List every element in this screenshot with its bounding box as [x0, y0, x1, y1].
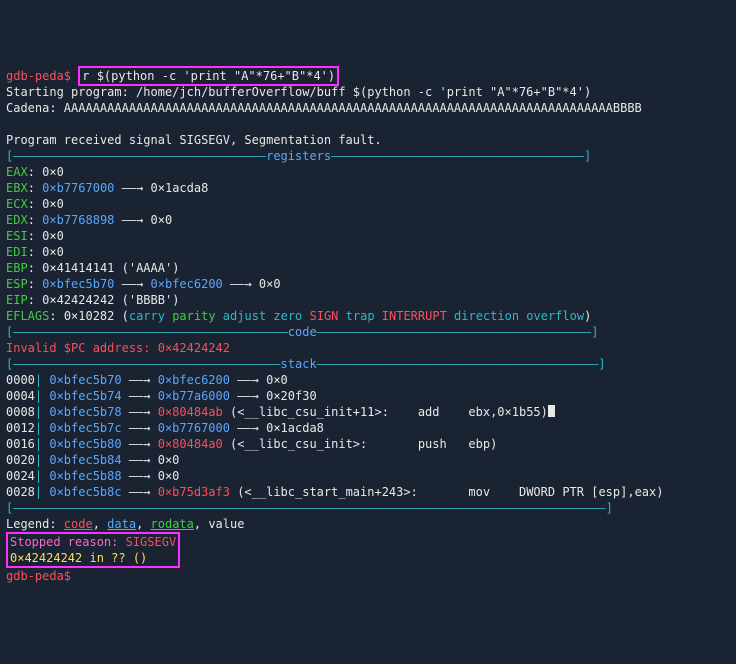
rule-left: [—————————————————————————————————————: [6, 357, 281, 371]
stack-off: 0024: [6, 469, 35, 483]
legend-rodata: rodata: [151, 517, 194, 531]
stack-off: 0028: [6, 485, 35, 499]
reg-eflags-name: EFLAGS: [6, 309, 49, 323]
gdb-prompt-2: gdb-peda$: [6, 569, 78, 583]
stopped-pre: Stopped reason:: [10, 535, 126, 549]
terminal[interactable]: gdb-peda$ r $(python -c 'print "A"*76+"B…: [6, 68, 730, 584]
cmd-highlight: r $(python -c 'print "A"*76+"B"*4'): [78, 66, 339, 86]
reg-esi-name: ESI: [6, 229, 28, 243]
reg-esp-tgt: 0×0: [259, 277, 281, 291]
reg-eip-note: ('BBBB'): [114, 293, 179, 307]
stack-addr: 0×bfec5b70: [49, 373, 121, 387]
reg-eip-val: 0×42424242: [42, 293, 114, 307]
reg-edx-val: 0×b7768898: [42, 213, 114, 227]
reg-esi-val: 0×0: [42, 229, 64, 243]
signal-line: Program received signal SIGSEGV, Segment…: [6, 133, 382, 147]
rule-right: ———————————————————————————————————————]: [317, 357, 606, 371]
rule-left: [——————————————————————————————————————: [6, 325, 288, 339]
reg-ecx-name: ECX: [6, 197, 28, 211]
stack-off: 0012: [6, 421, 35, 435]
reg-ebx-name: EBX: [6, 181, 28, 195]
rule-end: [———————————————————————————————————————…: [6, 501, 613, 515]
stack-addr: 0×bfec5b74: [49, 389, 121, 403]
reg-ebx-tgt: 0×1acda8: [151, 181, 209, 195]
invalid-pc: Invalid $PC address: 0×42424242: [6, 341, 230, 355]
stack-addr: 0×bfec5b7c: [49, 421, 121, 435]
reg-ecx-val: 0×0: [42, 197, 64, 211]
reg-ebp-val: 0×41414141: [42, 261, 114, 275]
rule-right: ——————————————————————————————————————]: [317, 325, 599, 339]
rule-label-registers: registers: [266, 149, 331, 163]
reg-edx-tgt: 0×0: [151, 213, 173, 227]
reg-ebx-val: 0×b7767000: [42, 181, 114, 195]
rule-left: [———————————————————————————————————: [6, 149, 266, 163]
reg-ebp-name: EBP: [6, 261, 28, 275]
reg-ebp-note: ('AAAA'): [114, 261, 179, 275]
stack-off: 0016: [6, 437, 35, 451]
reg-eip-name: EIP: [6, 293, 28, 307]
cadena-label: Cadena:: [6, 101, 57, 115]
reg-eax-val: 0×0: [42, 165, 64, 179]
reg-esp-val: 0×bfec5b70: [42, 277, 114, 291]
stack-off: 0004: [6, 389, 35, 403]
stopped-box: Stopped reason: SIGSEGV 0×42424242 in ??…: [6, 532, 180, 568]
legend-data: data: [107, 517, 136, 531]
legend-code: code: [64, 517, 93, 531]
stack-addr: 0×bfec5b80: [49, 437, 121, 451]
reg-eflags-val: 0×10282: [64, 309, 115, 323]
rule-right: ———————————————————————————————————]: [331, 149, 591, 163]
stack-off: 0008: [6, 405, 35, 419]
reg-edi-name: EDI: [6, 245, 28, 259]
stack-addr: 0×bfec5b88: [49, 469, 121, 483]
rule-label-stack: stack: [281, 357, 317, 371]
stack-addr: 0×bfec5b8c: [49, 485, 121, 499]
reg-esp-name: ESP: [6, 277, 28, 291]
reg-esp-mid: 0×bfec6200: [151, 277, 223, 291]
reg-eax-name: EAX: [6, 165, 28, 179]
cursor-icon: [548, 405, 555, 417]
stack-off: 0000: [6, 373, 35, 387]
stack-addr: 0×bfec5b78: [49, 405, 121, 419]
stopped-reason: SIGSEGV: [126, 535, 177, 549]
gdb-prompt: gdb-peda$: [6, 69, 78, 83]
starting-line: Starting program: /home/jch/bufferOverfl…: [6, 85, 591, 99]
cadena-value: AAAAAAAAAAAAAAAAAAAAAAAAAAAAAAAAAAAAAAAA…: [57, 101, 642, 115]
stack-addr: 0×bfec5b84: [49, 453, 121, 467]
reg-edx-name: EDX: [6, 213, 28, 227]
reg-edi-val: 0×0: [42, 245, 64, 259]
stack-off: 0020: [6, 453, 35, 467]
rule-label-code: code: [288, 325, 317, 339]
cmd-text: r $(python -c 'print "A"*76+"B"*4'): [82, 69, 335, 83]
backtrace-line: 0×42424242 in ?? (): [10, 551, 147, 565]
legend-pre: Legend:: [6, 517, 64, 531]
